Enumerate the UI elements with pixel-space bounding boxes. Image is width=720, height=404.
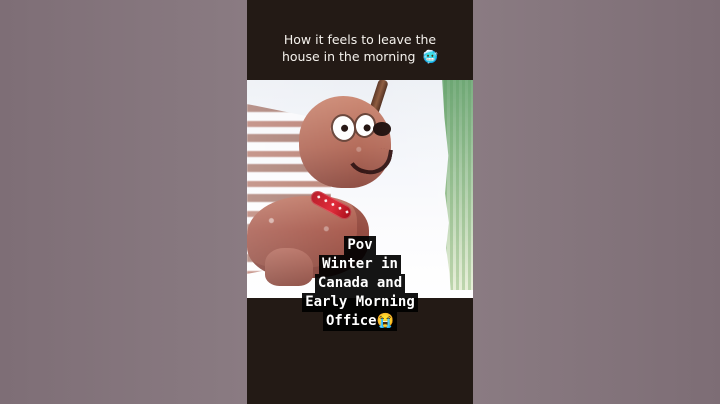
caption-line-1: How it feels to leave the	[283, 32, 437, 47]
overlay-line-2: Winter in	[319, 255, 401, 274]
caption-line-2: house in the morning 🥶	[257, 49, 463, 66]
overlay-line-3: Canada and	[314, 274, 406, 293]
dog-right-pupil	[363, 123, 372, 132]
dog-nose	[373, 122, 391, 136]
overlay-line-5: Office😭	[322, 312, 397, 331]
overlay-line-4: Early Morning	[302, 293, 418, 312]
dog-left-pupil	[340, 124, 349, 133]
cold-face-emoji: 🥶	[422, 48, 439, 64]
meme-overlay-text: Pov Winter in Canada and Early Morning O…	[247, 236, 473, 331]
overlay-line-1: Pov	[344, 236, 376, 255]
video-thumbnail-stage: How it feels to leave the house in the m…	[0, 0, 720, 404]
caption-line-2-text: house in the morning	[281, 48, 416, 64]
video-caption: How it feels to leave the house in the m…	[257, 32, 463, 66]
short-video-frame[interactable]: How it feels to leave the house in the m…	[247, 0, 473, 404]
